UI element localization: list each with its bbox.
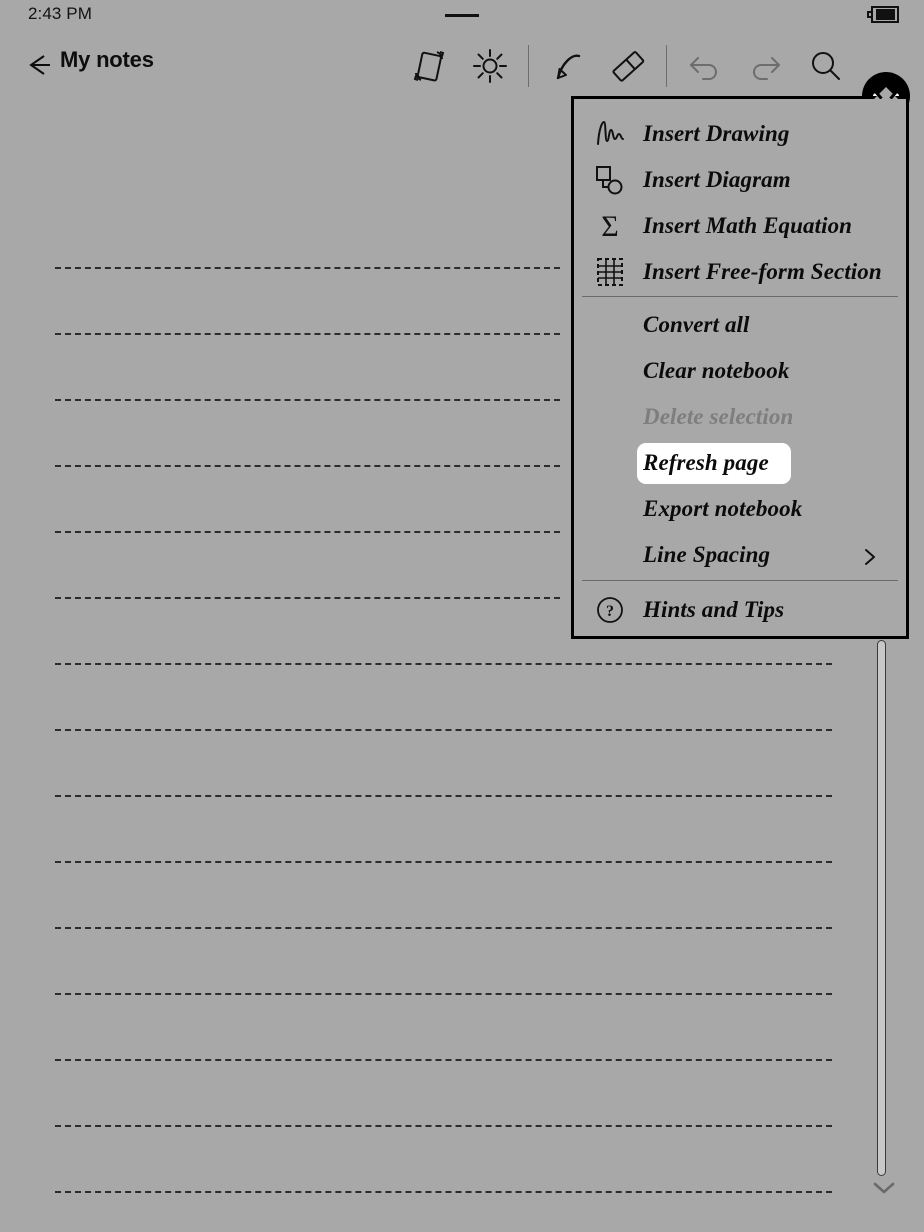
menu-item-insert-diagram[interactable]: Insert Diagram <box>574 157 906 203</box>
menu-item-label: Clear notebook <box>643 358 790 383</box>
notebook-rule-line <box>55 663 832 665</box>
menu-item-label: Insert Drawing <box>643 121 790 146</box>
notebook-rule-line <box>55 993 832 995</box>
brightness-icon[interactable] <box>468 44 512 88</box>
insert-drawing-icon <box>591 115 629 153</box>
rotate-screen-icon[interactable] <box>407 44 451 88</box>
menu-divider-1 <box>582 296 898 297</box>
menu-caret <box>874 85 898 99</box>
menu-item-label: Insert Math Equation <box>643 213 853 238</box>
menu-item-delete-selection[interactable]: Delete selection <box>574 394 906 440</box>
svg-text:Σ: Σ <box>601 210 618 243</box>
status-time: 2:43 PM <box>28 4 93 23</box>
insert-free-form-section-icon <box>591 253 629 291</box>
notebook-rule-line <box>55 531 560 533</box>
undo-icon[interactable] <box>683 44 727 88</box>
notebook-rule-line <box>55 795 832 797</box>
notebook-rule-line <box>55 597 560 599</box>
menu-item-export-notebook[interactable]: Export notebook <box>574 486 906 532</box>
menu-item-line-spacing[interactable]: Line Spacing <box>574 532 906 578</box>
back-arrow-icon[interactable] <box>22 48 56 82</box>
speaker-notch-icon <box>445 14 479 17</box>
menu-item-label: Export notebook <box>643 496 803 521</box>
toolbar-divider-2 <box>666 45 667 87</box>
menu-item-label: Delete selection <box>643 404 794 429</box>
page-title: My notes <box>60 47 154 72</box>
menu-item-label: Hints and Tips <box>643 597 785 622</box>
notebook-rule-line <box>55 267 560 269</box>
pen-icon[interactable] <box>546 44 590 88</box>
menu-item-convert-all[interactable]: Convert all <box>574 302 906 348</box>
status-bar: 2:43 PM <box>0 0 924 30</box>
menu-item-insert-free-form-section[interactable]: Insert Free-form Section <box>574 249 906 295</box>
battery-full-icon <box>867 6 899 23</box>
menu-divider-2 <box>582 580 898 581</box>
menu-item-label: Convert all <box>643 312 750 337</box>
menu-item-label: Refresh page <box>643 450 769 475</box>
menu-item-refresh-page[interactable]: Refresh page <box>574 440 906 486</box>
menu-item-label: Insert Free-form Section <box>643 259 882 284</box>
chevron-right-icon <box>862 547 878 565</box>
insert-math-equation-icon: Σ <box>591 207 629 245</box>
notebook-rule-line <box>55 1059 832 1061</box>
search-icon[interactable] <box>803 44 847 88</box>
notebook-rule-line <box>55 729 832 731</box>
help-question-icon: ? <box>591 591 629 629</box>
redo-icon[interactable] <box>743 44 787 88</box>
more-options-menu: Insert Drawing Insert Diagram Σ Insert M… <box>571 96 909 639</box>
insert-diagram-icon <box>591 161 629 199</box>
notebook-rule-line <box>55 1191 832 1193</box>
menu-item-insert-drawing[interactable]: Insert Drawing <box>574 111 906 157</box>
notebook-rule-line <box>55 465 560 467</box>
notebook-rule-line <box>55 399 560 401</box>
chevron-down-icon[interactable] <box>870 1178 898 1198</box>
menu-item-clear-notebook[interactable]: Clear notebook <box>574 348 906 394</box>
notebook-rule-line <box>55 1125 832 1127</box>
notebook-rule-line <box>55 927 832 929</box>
toolbar-divider-1 <box>528 45 529 87</box>
notebook-rule-line <box>55 861 832 863</box>
eraser-icon[interactable] <box>606 44 650 88</box>
menu-item-hints-and-tips[interactable]: ? Hints and Tips <box>574 587 906 633</box>
menu-item-insert-math-equation[interactable]: Σ Insert Math Equation <box>574 203 906 249</box>
app-bar: My notes <box>0 30 924 120</box>
notebook-rule-line <box>55 333 560 335</box>
menu-item-label: Line Spacing <box>643 542 771 567</box>
svg-text:?: ? <box>606 603 614 620</box>
vertical-scrollbar[interactable] <box>877 640 886 1176</box>
menu-item-label: Insert Diagram <box>643 167 791 192</box>
